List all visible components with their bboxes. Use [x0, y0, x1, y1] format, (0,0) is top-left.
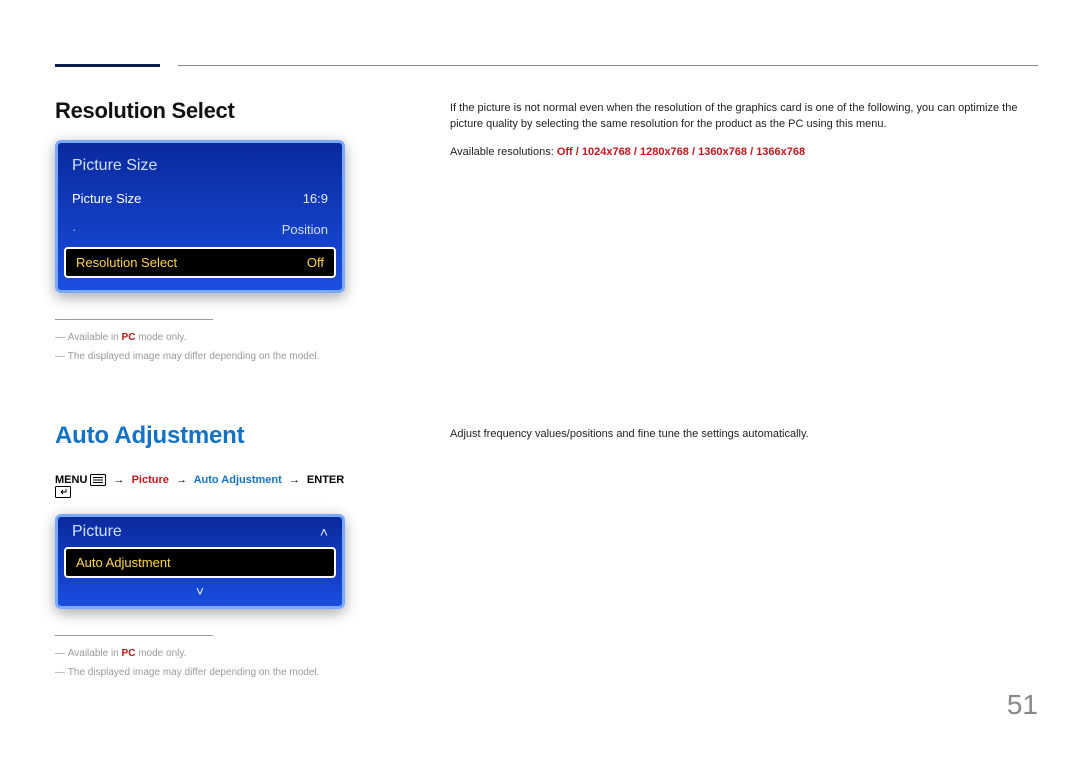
- osd-row-resolution-select-selected[interactable]: Resolution Select Off: [64, 247, 336, 278]
- right-column-section1: If the picture is not normal even when t…: [450, 101, 1038, 173]
- osd-row-picture-size[interactable]: Picture Size 16:9: [58, 183, 342, 214]
- note-text-suffix: mode only.: [135, 648, 186, 659]
- page-number: 51: [1007, 689, 1038, 721]
- chevron-up-icon[interactable]: ˄: [320, 525, 328, 539]
- section-auto-adjustment: Auto Adjustment MENU → Picture → Auto Ad…: [55, 422, 360, 682]
- osd-row-label: Picture Size: [72, 191, 141, 206]
- left-column: Resolution Select Picture Size Picture S…: [55, 98, 360, 682]
- osd-row-value: 16:9: [303, 191, 328, 206]
- page: Resolution Select Picture Size Picture S…: [0, 0, 1080, 763]
- note-bold-pc: PC: [122, 332, 136, 343]
- path-arrow: →: [110, 474, 129, 486]
- osd-row-value: Off: [307, 255, 324, 270]
- note-text-prefix: Available in: [68, 332, 122, 343]
- header-thick-rule: [55, 64, 160, 67]
- osd2-title: Picture: [72, 523, 122, 541]
- path-autoadj-step: Auto Adjustment: [194, 474, 282, 486]
- right-column-section2: Adjust frequency values/positions and fi…: [450, 428, 1038, 440]
- osd-row-label: Resolution Select: [76, 255, 177, 270]
- osd-title: Picture Size: [58, 151, 342, 183]
- note-text-suffix: mode only.: [135, 332, 186, 343]
- avail-values: Off / 1024x768 / 1280x768 / 1360x768 / 1…: [557, 146, 805, 158]
- osd2-row-auto-adjustment-selected[interactable]: Auto Adjustment: [64, 547, 336, 578]
- section-heading-resolution-select: Resolution Select: [55, 98, 360, 124]
- path-arrow: →: [172, 474, 191, 486]
- footnote-pc-mode-2: Available in PC mode only.: [55, 644, 360, 663]
- osd2-header: Picture ˄: [58, 517, 342, 543]
- note-bold-pc: PC: [122, 648, 136, 659]
- path-picture-step: Picture: [132, 474, 169, 486]
- osd2-row-label: Auto Adjustment: [76, 555, 171, 570]
- osd-row-position[interactable]: Position: [58, 214, 342, 245]
- path-menu-label: MENU: [55, 474, 87, 486]
- path-enter-label: ENTER: [307, 474, 344, 486]
- avail-lead: Available resolutions:: [450, 146, 557, 158]
- note-divider: [55, 319, 213, 320]
- osd-row-label: Position: [282, 222, 328, 237]
- enter-icon: [55, 486, 71, 498]
- available-resolutions-line: Available resolutions: Off / 1024x768 / …: [450, 145, 1038, 161]
- body-paragraph-auto-adjustment: Adjust frequency values/positions and fi…: [450, 428, 1038, 440]
- menu-navigation-path: MENU → Picture → Auto Adjustment → ENTER: [55, 474, 360, 498]
- footnote-pc-mode: Available in PC mode only.: [55, 328, 360, 347]
- path-arrow: →: [285, 474, 304, 486]
- osd-panel-picture-size: Picture Size Picture Size 16:9 Position …: [55, 140, 345, 293]
- footnote-image-differ: The displayed image may differ depending…: [55, 347, 360, 366]
- osd-panel-picture: Picture ˄ Auto Adjustment ˅: [55, 514, 345, 609]
- note-divider: [55, 635, 213, 636]
- header-thin-rule: [178, 65, 1038, 66]
- footnote-image-differ-2: The displayed image may differ depending…: [55, 663, 360, 682]
- menu-icon: [90, 474, 106, 486]
- body-paragraph-resolution: If the picture is not normal even when t…: [450, 101, 1038, 133]
- note-text-prefix: Available in: [68, 648, 122, 659]
- chevron-down-icon[interactable]: ˅: [58, 582, 342, 600]
- section-heading-auto-adjustment: Auto Adjustment: [55, 422, 360, 450]
